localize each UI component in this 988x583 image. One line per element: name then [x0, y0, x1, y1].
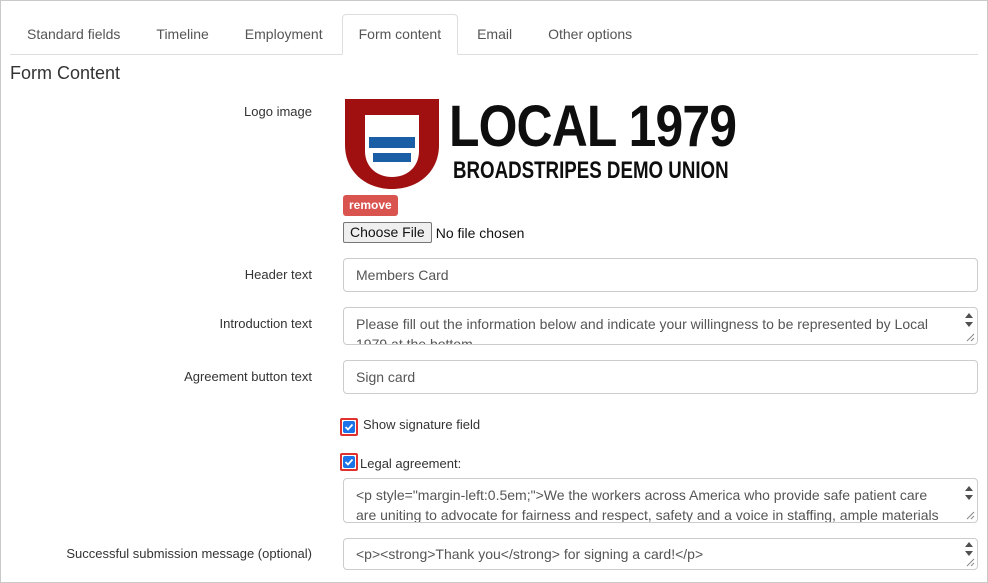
checkmark-icon [344, 423, 354, 431]
remove-logo-button[interactable]: remove [343, 195, 398, 216]
form-settings-panel: Standard fields Timeline Employment Form… [0, 0, 988, 583]
legal-agreement-checkbox[interactable] [340, 453, 358, 471]
scroll-up-icon[interactable] [965, 542, 973, 547]
success-message-label: Successful submission message (optional) [66, 546, 312, 561]
tab-timeline[interactable]: Timeline [139, 14, 225, 54]
settings-tabs: Standard fields Timeline Employment Form… [10, 14, 978, 55]
checkbox-fill [343, 456, 355, 468]
logo-image: LOCAL 1979 BROADSTRIPES DEMO UNION [343, 96, 737, 191]
header-text-input[interactable]: Members Card [343, 258, 978, 292]
logo-subtitle: BROADSTRIPES DEMO UNION [453, 157, 729, 184]
logo-image-label: Logo image [244, 104, 312, 119]
tab-form-content[interactable]: Form content [341, 14, 459, 55]
choose-file-button[interactable]: Choose File [343, 222, 432, 243]
show-signature-label: Show signature field [363, 417, 481, 432]
introduction-text-value: Please fill out the information below an… [356, 316, 929, 345]
checkbox-fill [343, 421, 355, 433]
introduction-text-label: Introduction text [219, 316, 313, 331]
checkmark-icon [344, 458, 354, 466]
success-message-value: <p><strong>Thank you</strong> for signin… [356, 546, 704, 562]
scroll-up-icon[interactable] [965, 313, 973, 318]
logo-title: LOCAL 1979 [449, 94, 737, 159]
file-upload: Choose File No file chosen [343, 222, 524, 243]
show-signature-checkbox[interactable] [340, 418, 358, 436]
agreement-button-text-input[interactable]: Sign card [343, 360, 978, 394]
tab-other-options[interactable]: Other options [531, 14, 649, 54]
scroll-down-icon[interactable] [965, 495, 973, 500]
legal-agreement-label: Legal agreement: [360, 456, 462, 471]
resize-grip-icon[interactable] [965, 332, 975, 342]
agreement-button-text-label: Agreement button text [184, 369, 312, 384]
success-message-textarea[interactable]: <p><strong>Thank you</strong> for signin… [343, 538, 978, 570]
shield-logo-icon [345, 99, 439, 189]
resize-grip-icon[interactable] [965, 510, 975, 520]
legal-agreement-textarea[interactable]: <p style="margin-left:0.5em;">We the wor… [343, 478, 978, 523]
tab-employment[interactable]: Employment [228, 14, 340, 54]
introduction-text-textarea[interactable]: Please fill out the information below an… [343, 307, 978, 345]
tab-standard-fields[interactable]: Standard fields [10, 14, 137, 54]
legal-agreement-value: <p style="margin-left:0.5em;">We the wor… [356, 487, 939, 523]
file-status: No file chosen [435, 224, 525, 241]
scroll-down-icon[interactable] [965, 551, 973, 556]
scroll-up-icon[interactable] [965, 486, 973, 491]
scroll-down-icon[interactable] [965, 322, 973, 327]
header-text-label: Header text [244, 267, 312, 282]
tab-email[interactable]: Email [460, 14, 529, 54]
section-title: Form Content [10, 63, 121, 83]
resize-grip-icon[interactable] [965, 557, 975, 567]
